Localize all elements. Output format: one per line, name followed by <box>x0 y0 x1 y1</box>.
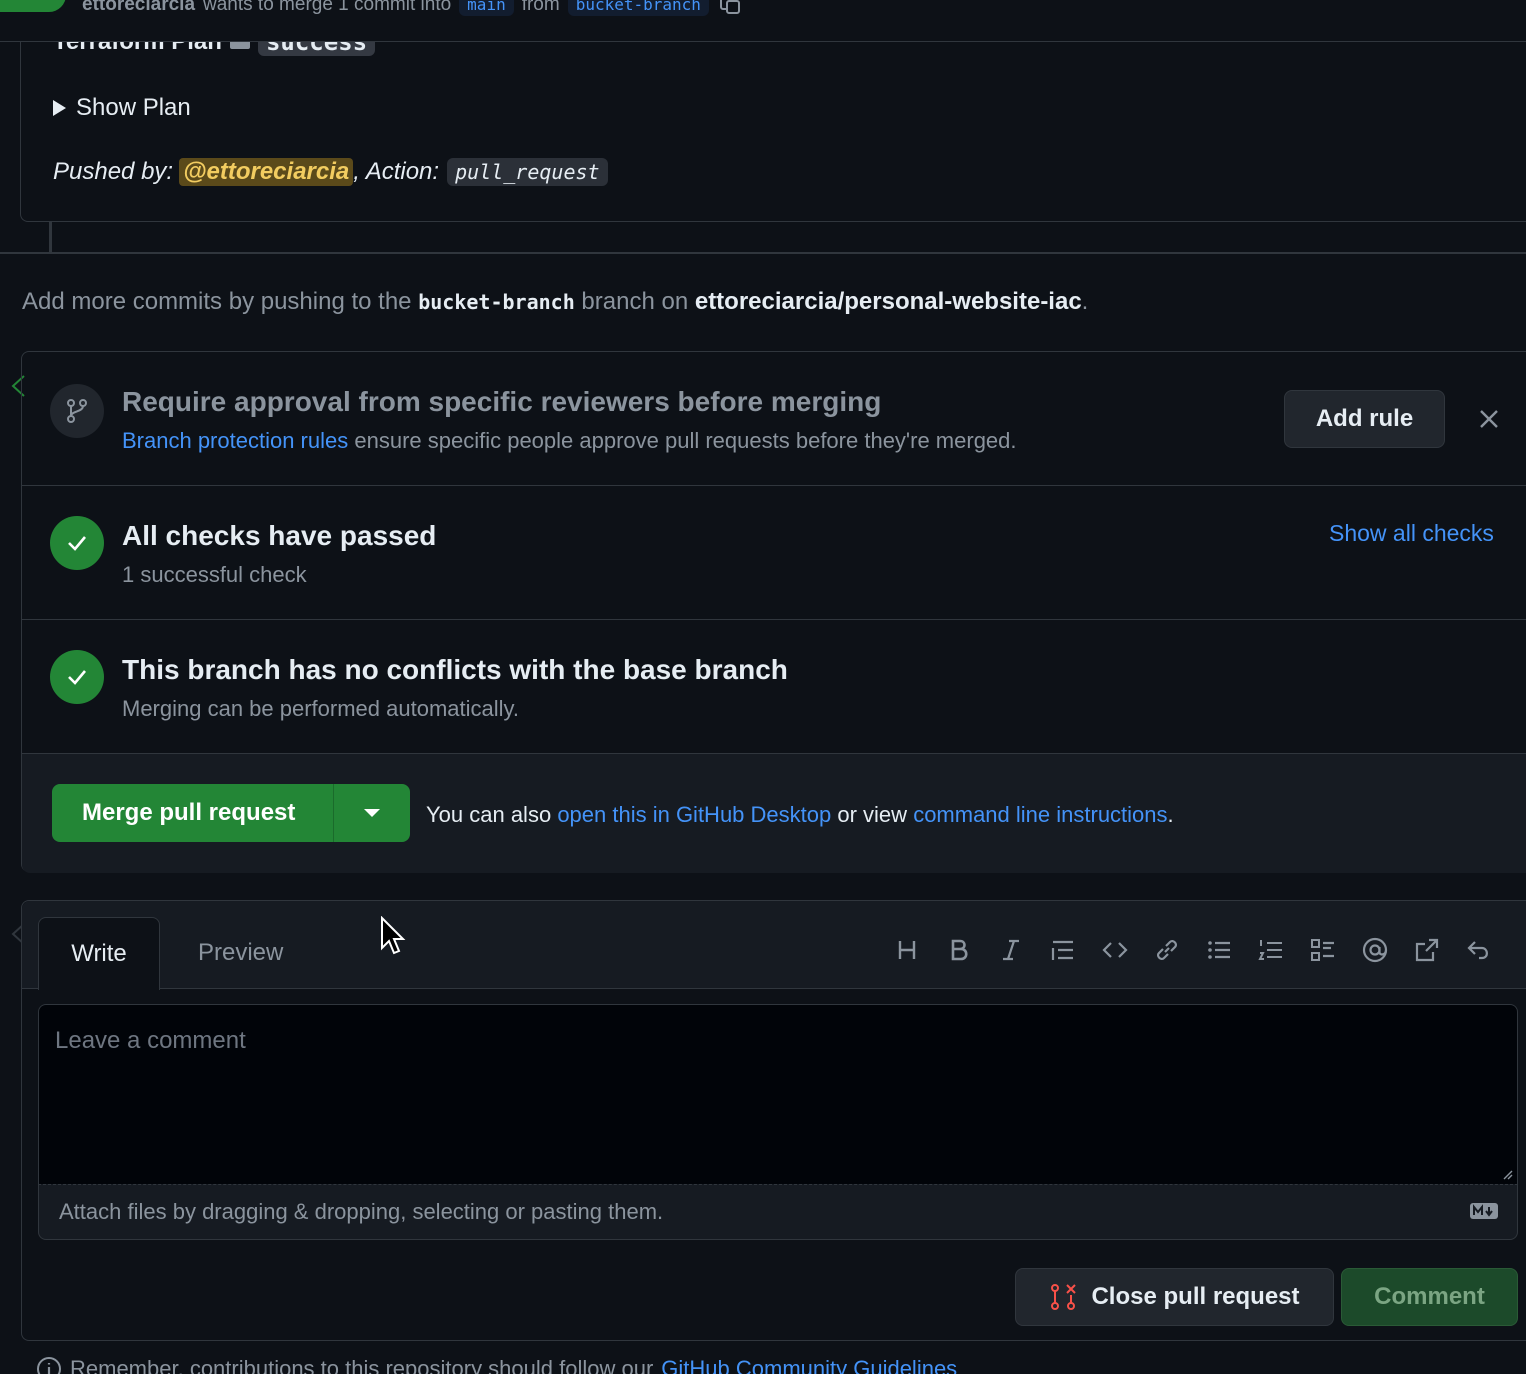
merge-alternatives: You can also open this in GitHub Desktop… <box>426 802 1174 827</box>
comment-placeholder: Leave a comment <box>55 1027 246 1054</box>
close-icon[interactable] <box>1476 406 1502 432</box>
conflicts-title: This branch has no conflicts with the ba… <box>122 654 788 685</box>
conflicts-subtitle: Merging can be performed automatically. <box>122 696 520 721</box>
copy-icon[interactable] <box>717 0 745 15</box>
tab-write[interactable]: Write <box>38 917 160 990</box>
mention-icon[interactable] <box>1360 935 1390 965</box>
checks-subtitle: 1 successful check <box>122 562 307 587</box>
repo-name[interactable]: ettoreciarcia/personal-website-iac <box>695 288 1082 315</box>
merge-method-dropdown[interactable] <box>334 784 410 842</box>
approval-title: Require approval from specific reviewers… <box>122 386 882 417</box>
sticky-pr-header: ettoreciarcia wants to merge 1 commit in… <box>0 0 1526 42</box>
command-line-link[interactable]: command line instructions <box>913 802 1167 827</box>
merge-pull-request-button[interactable]: Merge pull request <box>52 784 334 842</box>
info-icon <box>37 1357 61 1374</box>
pr-merge-summary: ettoreciarcia wants to merge 1 commit in… <box>82 0 745 16</box>
approval-rule-row: Require approval from specific reviewers… <box>22 352 1526 486</box>
bold-icon[interactable] <box>944 935 974 965</box>
add-commits-hint: Add more commits by pushing to the bucke… <box>22 288 1089 315</box>
close-pull-request-button[interactable]: Close pull request <box>1015 1268 1334 1326</box>
community-guidelines-link[interactable]: GitHub Community Guidelines <box>661 1356 957 1374</box>
pushed-by-line: Pushed by: @ettoreciarcia , Action: pull… <box>53 158 608 186</box>
user-mention[interactable]: @ettoreciarcia <box>179 158 354 186</box>
show-plan-toggle[interactable]: Show Plan <box>53 94 191 122</box>
github-desktop-link[interactable]: open this in GitHub Desktop <box>557 802 831 827</box>
pr-state-badge <box>0 0 66 12</box>
head-branch-name: bucket-branch <box>418 290 575 314</box>
comment-button[interactable]: Comment <box>1341 1268 1518 1326</box>
check-icon <box>50 516 104 570</box>
quote-icon[interactable] <box>1048 935 1078 965</box>
timeline-divider <box>0 252 1526 254</box>
disclosure-triangle-icon <box>53 100 66 116</box>
ordered-list-icon[interactable] <box>1256 935 1286 965</box>
branch-icon <box>50 384 104 438</box>
branch-protection-link[interactable]: Branch protection rules <box>122 428 348 453</box>
link-icon[interactable] <box>1152 935 1182 965</box>
mouse-cursor-icon <box>381 916 406 955</box>
community-guidelines-note: Remember, contributions to this reposito… <box>36 1356 957 1374</box>
conflicts-row: This branch has no conflicts with the ba… <box>22 620 1526 754</box>
merge-pull-request-button-group: Merge pull request <box>52 784 410 842</box>
resize-handle-icon[interactable] <box>1501 1168 1513 1180</box>
heading-icon[interactable] <box>892 935 922 965</box>
checks-title: All checks have passed <box>122 520 437 551</box>
markdown-icon[interactable] <box>1469 1201 1499 1221</box>
base-branch-chip[interactable]: main <box>459 0 514 16</box>
tab-preview[interactable]: Preview <box>198 939 283 967</box>
attach-files-text: Attach files by dragging & dropping, sel… <box>59 1199 664 1224</box>
show-all-checks-link[interactable]: Show all checks <box>1329 520 1494 547</box>
undo-icon[interactable] <box>1464 935 1494 965</box>
code-icon[interactable] <box>1100 935 1130 965</box>
comment-composer: Write Preview Leave a comment Attach fil… <box>21 900 1526 1341</box>
approval-description: Branch protection rules ensure specific … <box>122 428 1017 453</box>
italic-icon[interactable] <box>996 935 1026 965</box>
check-icon <box>50 650 104 704</box>
unordered-list-icon[interactable] <box>1204 935 1234 965</box>
add-rule-button[interactable]: Add rule <box>1284 390 1445 448</box>
git-pull-request-closed-icon <box>1051 1284 1077 1310</box>
merge-action-row: Merge pull request You can also open thi… <box>22 754 1526 873</box>
merge-box: Require approval from specific reviewers… <box>21 351 1526 873</box>
timeline-line <box>49 222 52 252</box>
task-list-icon[interactable] <box>1308 935 1338 965</box>
reference-icon[interactable] <box>1412 935 1442 965</box>
checks-row: All checks have passed 1 successful chec… <box>22 486 1526 620</box>
pr-author-link[interactable]: ettoreciarcia <box>82 0 195 16</box>
markdown-toolbar <box>892 935 1494 965</box>
triangle-down-icon <box>364 809 380 817</box>
head-branch-chip[interactable]: bucket-branch <box>567 0 709 16</box>
composer-tabbar: Write Preview <box>22 901 1526 990</box>
comment-textarea[interactable]: Leave a comment <box>38 1004 1518 1184</box>
attach-files-bar[interactable]: Attach files by dragging & dropping, sel… <box>38 1184 1518 1240</box>
action-code: pull_request <box>447 158 608 186</box>
